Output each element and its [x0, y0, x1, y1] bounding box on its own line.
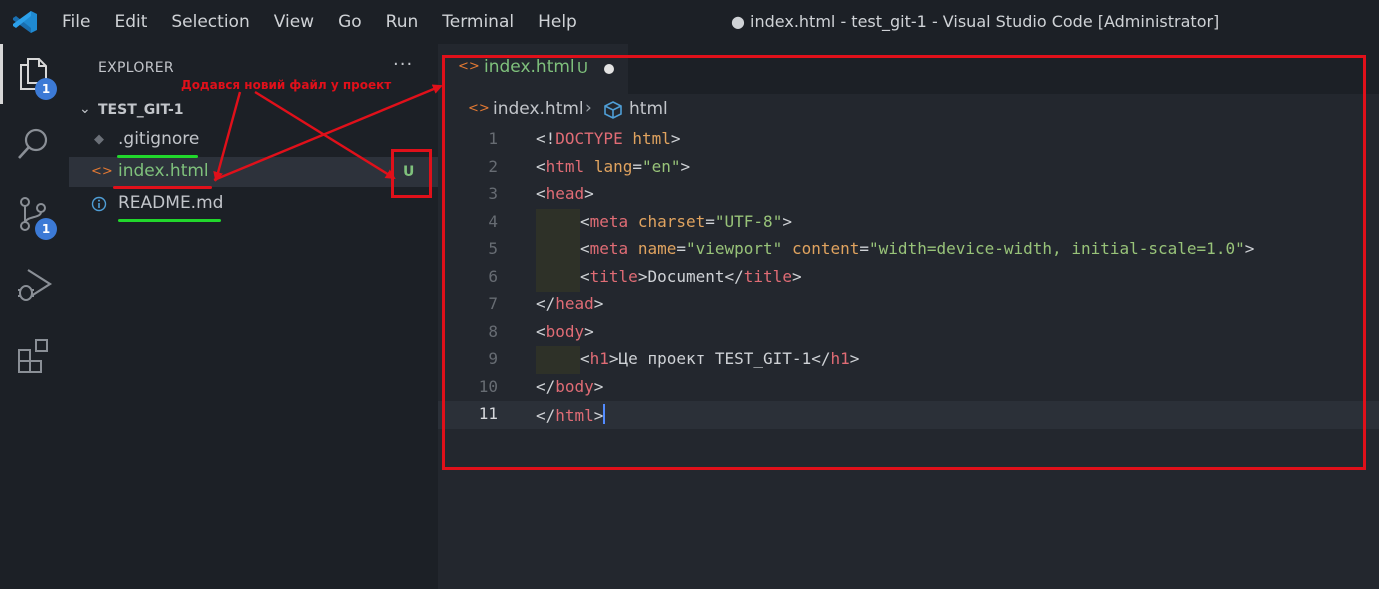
menu-help[interactable]: Help [538, 12, 577, 32]
folder-name: TEST_GIT-1 [98, 102, 184, 118]
file-row-gitignore[interactable]: ◆ .gitignore [69, 125, 438, 155]
explorer-sidebar: EXPLORER ··· ⌄ TEST_GIT-1 ◆ .gitignore <… [69, 44, 438, 589]
window-title: ● index.html - test_git-1 - Visual Studi… [731, 12, 1220, 31]
annotation-text: Додався новий файл у проект [181, 78, 392, 92]
source-control-badge: 1 [35, 218, 57, 240]
file-name: .gitignore [118, 129, 200, 149]
folder-row[interactable]: ⌄ TEST_GIT-1 [69, 100, 438, 122]
annotation-underline-readme [118, 219, 221, 222]
menu-view[interactable]: View [274, 12, 314, 32]
activity-search[interactable] [0, 114, 69, 174]
html-file-icon: <> [91, 164, 113, 179]
file-row-readme[interactable]: README.md [69, 189, 438, 219]
activity-source-control[interactable]: 1 [0, 184, 69, 244]
menu-go[interactable]: Go [338, 12, 362, 32]
file-name: README.md [118, 193, 224, 213]
menu-selection[interactable]: Selection [171, 12, 249, 32]
menu-terminal[interactable]: Terminal [442, 12, 514, 32]
run-debug-icon [18, 269, 53, 301]
activity-bar: 1 1 [0, 44, 69, 589]
annotation-underline-index [113, 186, 212, 189]
menu-run[interactable]: Run [386, 12, 419, 32]
explorer-badge: 1 [35, 78, 57, 100]
title-bar: File Edit Selection View Go Run Terminal… [0, 0, 1379, 44]
info-file-icon [91, 196, 107, 212]
menu-file[interactable]: File [62, 12, 90, 32]
extensions-icon [18, 339, 48, 373]
activity-run-debug[interactable] [0, 254, 69, 314]
more-actions-icon[interactable]: ··· [393, 54, 413, 75]
activity-explorer[interactable]: 1 [0, 44, 69, 104]
git-file-icon: ◆ [94, 132, 104, 147]
activity-extensions[interactable] [0, 324, 69, 384]
annotation-underline-gitignore [117, 155, 198, 158]
chevron-down-icon: ⌄ [79, 101, 91, 117]
search-icon [18, 128, 48, 159]
file-row-index-html[interactable]: <> index.html U [69, 157, 438, 187]
menu-edit[interactable]: Edit [114, 12, 147, 32]
explorer-title: EXPLORER [98, 60, 174, 76]
menu-bar: File Edit Selection View Go Run Terminal… [62, 0, 601, 44]
file-name: index.html [118, 161, 209, 181]
vscode-logo-icon [13, 11, 37, 33]
annotation-u-box [391, 149, 432, 198]
annotation-editor-box [442, 55, 1366, 470]
